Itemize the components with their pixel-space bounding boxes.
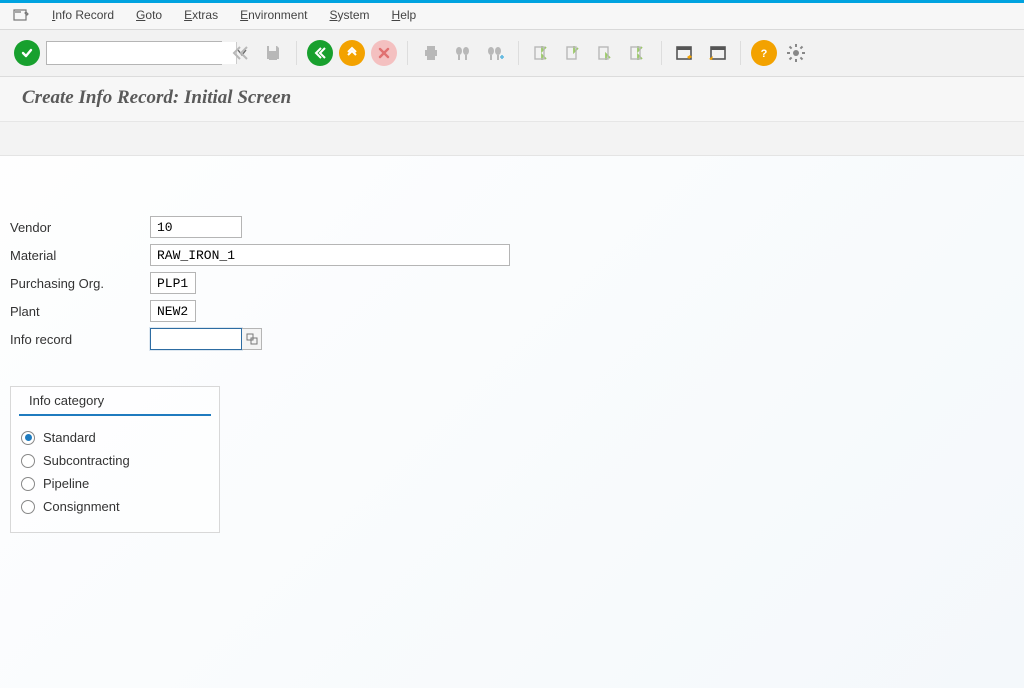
first-page-button[interactable] [529, 40, 555, 66]
material-input[interactable] [150, 244, 510, 266]
radio-pipeline[interactable] [21, 477, 35, 491]
new-session-button[interactable] [672, 40, 698, 66]
vendor-input[interactable] [150, 216, 242, 238]
menu-system[interactable]: System [330, 8, 370, 22]
command-field-wrap [46, 41, 222, 65]
menu-goto[interactable]: Goto [136, 8, 162, 22]
purchasing-org-label: Purchasing Org. [10, 276, 150, 291]
radio-subcontracting-label: Subcontracting [43, 453, 130, 468]
radio-pipeline-label: Pipeline [43, 476, 89, 491]
system-toolbar: ? [0, 30, 1024, 77]
radio-standard[interactable] [21, 431, 35, 445]
vendor-label: Vendor [10, 220, 150, 235]
search-help-icon [246, 333, 258, 345]
radio-consignment-row[interactable]: Consignment [21, 495, 209, 518]
content-area: Vendor Material Purchasing Org. Plant In… [0, 156, 1024, 543]
print-button[interactable] [418, 40, 444, 66]
info-record-label: Info record [10, 332, 150, 347]
plant-label: Plant [10, 304, 150, 319]
toolbar-separator [740, 41, 741, 65]
radio-consignment[interactable] [21, 500, 35, 514]
shortcut-button[interactable] [704, 40, 730, 66]
menu-help[interactable]: Help [392, 8, 417, 22]
menu-extras[interactable]: Extras [184, 8, 218, 22]
info-category-group: Info category Standard Subcontracting Pi… [10, 386, 220, 533]
prev-page-button[interactable] [561, 40, 587, 66]
menubar: Info Record Goto Extras Environment Syst… [0, 3, 1024, 30]
help-button[interactable]: ? [751, 40, 777, 66]
settings-button[interactable] [783, 40, 809, 66]
document-menu-icon[interactable] [12, 7, 30, 23]
field-row-info-record: Info record [10, 328, 1014, 350]
field-row-material: Material [10, 244, 1014, 266]
info-category-legend: Info category [19, 387, 211, 416]
cancel-button[interactable] [371, 40, 397, 66]
radio-pipeline-row[interactable]: Pipeline [21, 472, 209, 495]
field-row-plant: Plant [10, 300, 1014, 322]
application-toolbar [0, 122, 1024, 156]
radio-consignment-label: Consignment [43, 499, 120, 514]
toolbar-separator [661, 41, 662, 65]
svg-text:?: ? [761, 48, 768, 60]
radio-subcontracting[interactable] [21, 454, 35, 468]
menu-environment[interactable]: Environment [240, 8, 307, 22]
info-record-input[interactable] [150, 328, 242, 350]
radio-standard-label: Standard [43, 430, 96, 445]
save-button[interactable] [260, 40, 286, 66]
command-field[interactable] [47, 42, 236, 64]
menu-info-record[interactable]: Info Record [52, 8, 114, 22]
toolbar-separator [296, 41, 297, 65]
enter-button[interactable] [14, 40, 40, 66]
material-label: Material [10, 248, 150, 263]
find-button[interactable] [450, 40, 476, 66]
find-next-button[interactable] [482, 40, 508, 66]
exit-button[interactable] [339, 40, 365, 66]
field-row-purchasing-org: Purchasing Org. [10, 272, 1014, 294]
purchasing-org-input[interactable] [150, 272, 196, 294]
title-area: Create Info Record: Initial Screen [0, 77, 1024, 122]
radio-standard-row[interactable]: Standard [21, 426, 209, 449]
field-row-vendor: Vendor [10, 216, 1014, 238]
radio-subcontracting-row[interactable]: Subcontracting [21, 449, 209, 472]
info-category-options: Standard Subcontracting Pipeline Consign… [11, 416, 219, 532]
toolbar-separator [407, 41, 408, 65]
last-page-button[interactable] [625, 40, 651, 66]
back-button[interactable] [228, 40, 254, 66]
page-title: Create Info Record: Initial Screen [22, 87, 1006, 109]
info-record-f4-button[interactable] [242, 328, 262, 350]
back-green-button[interactable] [307, 40, 333, 66]
plant-input[interactable] [150, 300, 196, 322]
next-page-button[interactable] [593, 40, 619, 66]
toolbar-separator [518, 41, 519, 65]
